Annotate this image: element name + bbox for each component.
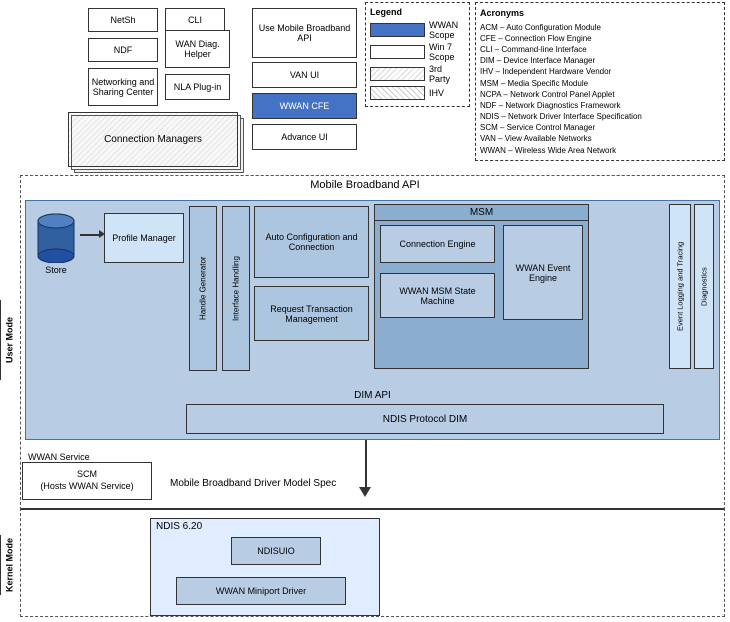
wwan-event-engine-label: WWAN Event Engine [507,263,579,283]
user-mode-inner: Store Profile Manager Handle Generator I… [25,200,720,440]
store-label: Store [31,265,81,275]
mbd-spec-label: Mobile Broadband Driver Model Spec [170,478,336,489]
3rd-party-swatch [370,67,425,81]
use-mobile-box: Use Mobile Broadband API [252,8,357,58]
ndis-620-label: NDIS 6.20 [151,519,379,534]
acronyms-box: Acronyms ACM – Auto Configuration Module… [475,2,725,161]
win7-scope-label: Win 7 Scope [429,42,465,62]
event-logging-box: Event Logging and Tracing [669,204,691,369]
acronym-acm: ACM – Auto Configuration Module [480,22,720,33]
kernel-mode-label: Kernel Mode [0,535,18,595]
wan-diag-label: WAN Diag. Helper [168,39,227,59]
connection-managers-label: Connection Managers [104,134,202,145]
auto-config-label: Auto Configuration and Connection [259,232,364,252]
nla-label: NLA Plug-in [174,82,222,92]
arrowhead-down [359,487,371,497]
diagram-container: User Mode Kernel Mode NetSh CLI NDF WAN … [0,0,730,622]
scm-label: SCM(Hosts WWAN Service) [40,469,133,492]
cli-label: CLI [188,15,202,25]
ihv-swatch [370,86,425,100]
event-logging-label: Event Logging and Tracing [676,242,685,331]
store-area: Store [31,211,81,275]
acronym-wwan: WWAN – Wireless Wide Area Network [480,145,720,156]
nla-box: NLA Plug-in [165,74,230,100]
ndf-label: NDF [114,45,133,55]
user-mode-label: User Mode [0,300,18,380]
wwan-scope-swatch [370,23,425,37]
networking-sharing-label: Networking and Sharing Center [91,77,155,97]
connection-engine-label: Connection Engine [399,239,475,249]
acronyms-title: Acronyms [480,7,720,20]
interface-handling-label: Interface Handling [232,256,241,321]
auto-config-box: Auto Configuration and Connection [254,206,369,278]
handle-gen-label: Handle Generator [199,257,208,321]
van-ui-box: VAN UI [252,62,357,88]
netsh-label: NetSh [110,15,135,25]
acronym-ihv: IHV – Independent Hardware Vendor [480,66,720,77]
diagnostics-label: Diagnostics [700,267,709,306]
ndis-outer-box: NDIS 6.20 NDISUIO WWAN Miniport Driver [150,518,380,616]
netsh-box: NetSh [88,8,158,32]
store-cylinder-icon [36,211,76,263]
wan-diag-box: WAN Diag. Helper [165,30,230,68]
profile-manager-label: Profile Manager [112,233,176,243]
vertical-arrow-line [365,440,367,490]
legend-title: Legend [370,7,465,17]
legend-box: Legend WWAN Scope Win 7 Scope 3rd Party … [365,2,470,107]
ndis-protocol-box: NDIS Protocol DIM [186,404,664,434]
dim-api-label: DIM API [26,390,719,401]
legend-win7-scope: Win 7 Scope [370,42,465,62]
van-ui-label: VAN UI [290,70,319,80]
acronym-dim: DIM – Device Interface Manager [480,55,720,66]
wwan-miniport-box: WWAN Miniport Driver [176,577,346,605]
ihv-label: IHV [429,88,444,98]
wwan-cfe-box: WWAN CFE [252,93,357,119]
acronym-van: VAN – View Available Networks [480,133,720,144]
connection-engine-box: Connection Engine [380,225,495,263]
request-transaction-label: Request Transaction Management [259,304,364,324]
acronym-msm: MSM – Media Specific Module [480,78,720,89]
networking-sharing-box: Networking and Sharing Center [88,68,158,106]
acronym-ndf: NDF – Network Diagnostics Framework [480,100,720,111]
msm-title: MSM [375,205,588,221]
legend-ihv: IHV [370,86,465,100]
wwan-event-engine-box: WWAN Event Engine [503,225,583,320]
acronym-cfe: CFE – Connection Flow Engine [480,33,720,44]
acronym-scm: SCM – Service Control Manager [480,122,720,133]
profile-manager-box: Profile Manager [104,213,184,263]
ndis-io-box: NDISUIO [231,537,321,565]
advance-ui-label: Advance UI [281,132,328,142]
acronym-ncpa: NCPA – Network Control Panel Applet [480,89,720,100]
wwan-msm-state-label: WWAN MSM State Machine [384,286,491,306]
win7-scope-swatch [370,45,425,59]
scm-box: SCM(Hosts WWAN Service) [22,462,152,500]
3rd-party-label: 3rd Party [429,64,465,84]
ndf-box: NDF [88,38,158,62]
handle-generator-box: Handle Generator [189,206,217,371]
interface-handling-box: Interface Handling [222,206,250,371]
wwan-service-label: WWAN Service [28,452,90,462]
cli-box: CLI [165,8,225,32]
legend-3rd-party: 3rd Party [370,64,465,84]
use-mobile-label: Use Mobile Broadband API [256,23,353,43]
legend-wwan-scope: WWAN Scope [370,20,465,40]
wwan-msm-state-box: WWAN MSM State Machine [380,273,495,318]
advance-ui-box: Advance UI [252,124,357,150]
wwan-miniport-label: WWAN Miniport Driver [216,586,306,596]
ndis-io-label: NDISUIO [257,546,295,556]
ndis-protocol-label: NDIS Protocol DIM [383,414,467,425]
msm-area: MSM Connection Engine WWAN MSM State Mac… [374,204,589,369]
wwan-scope-label: WWAN Scope [429,20,465,40]
acronym-cli: CLI – Command-line Interface [480,44,720,55]
acronym-ndis: NDIS – Network Driver Interface Specific… [480,111,720,122]
wwan-cfe-label: WWAN CFE [280,101,330,111]
diagnostics-box: Diagnostics [694,204,714,369]
request-transaction-box: Request Transaction Management [254,286,369,341]
